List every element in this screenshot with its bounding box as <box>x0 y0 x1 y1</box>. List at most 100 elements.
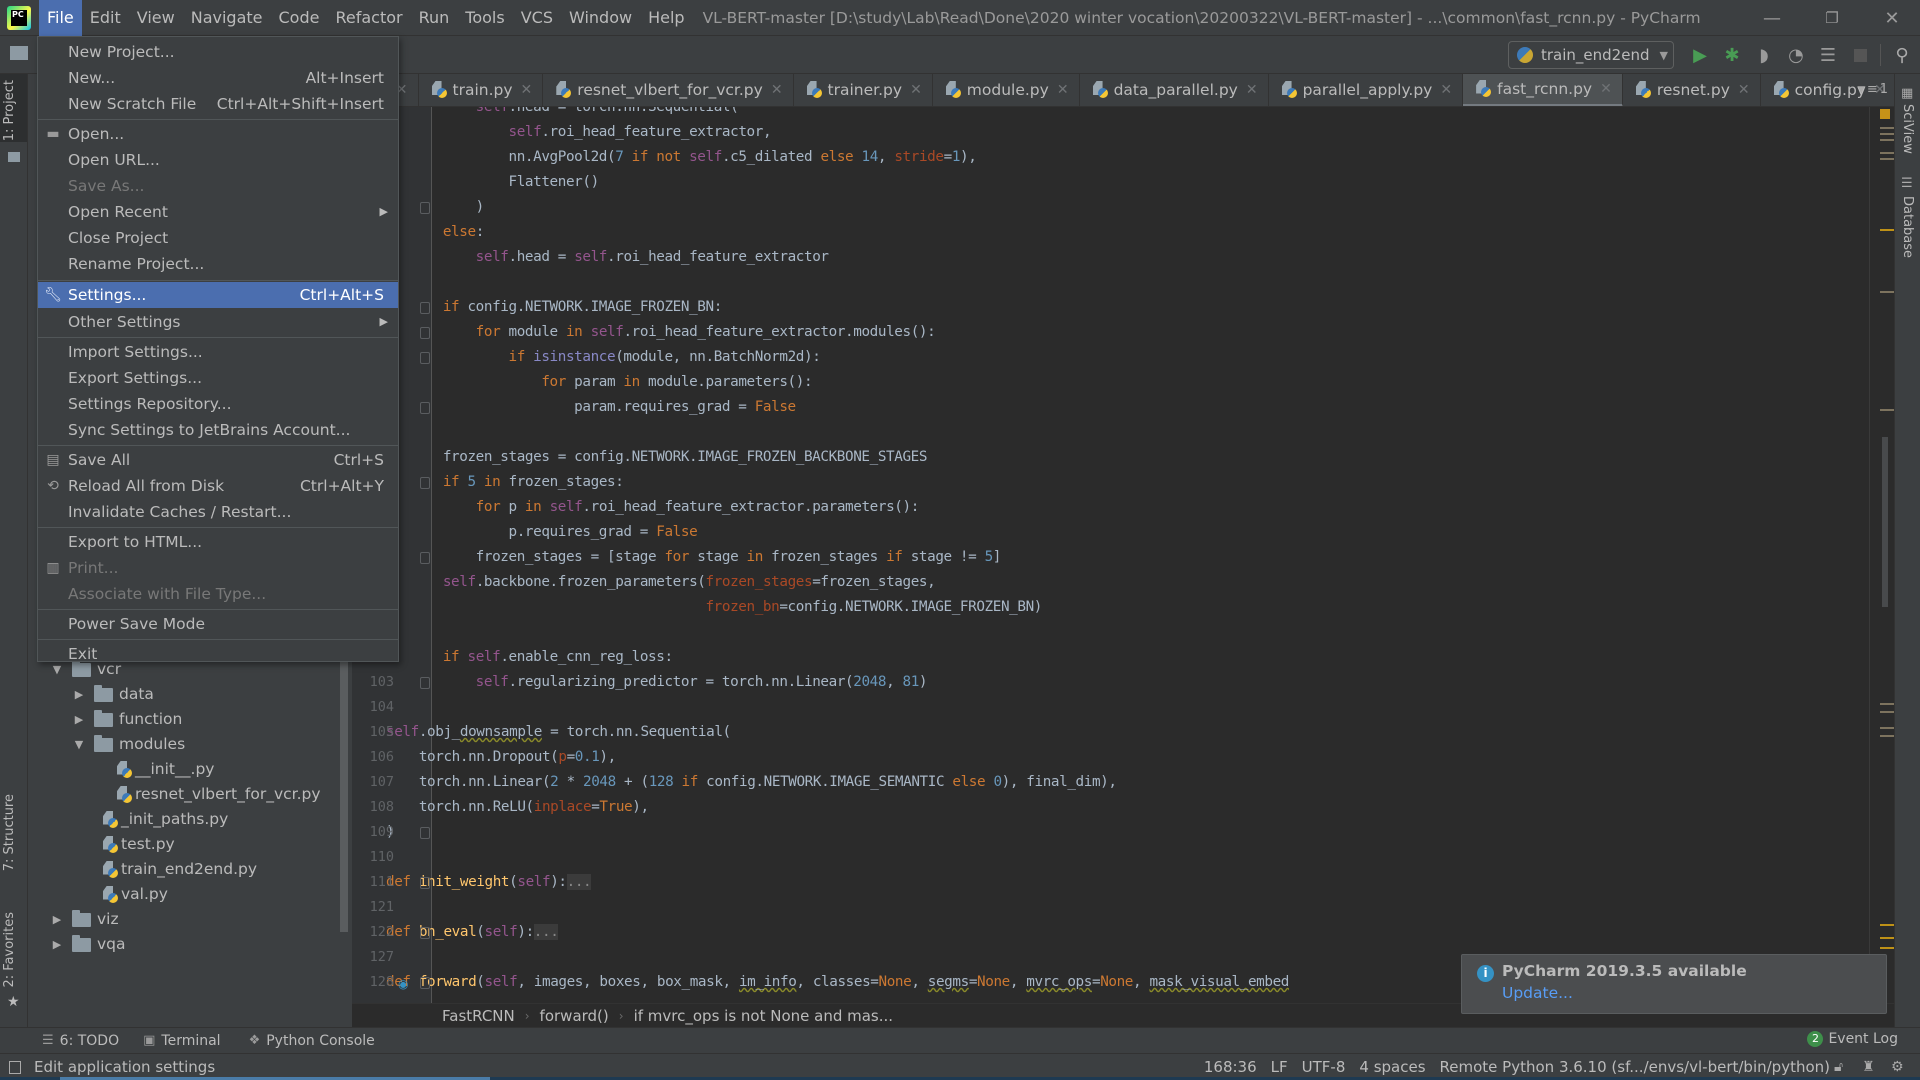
run-icon[interactable]: ▶ <box>1688 43 1712 67</box>
code-line[interactable]: else: <box>410 220 484 245</box>
code-line[interactable]: self.head = torch.nn.Sequential( <box>410 107 739 120</box>
code-line[interactable]: torch.nn.Linear(2 * 2048 + (128 if confi… <box>386 770 1117 795</box>
code-line[interactable]: param.requires_grad = False <box>410 395 796 420</box>
profile-icon[interactable]: ◔ <box>1784 43 1808 67</box>
collapse-fold-icon[interactable] <box>420 402 430 414</box>
menu-item-export-settings[interactable]: Export Settings... <box>38 365 398 391</box>
code-line[interactable]: def init_weight(self):... <box>386 870 592 895</box>
menu-item-exit[interactable]: Exit <box>38 641 398 667</box>
close-tab-icon[interactable]: ✕ <box>910 82 922 98</box>
project-folder-icon[interactable] <box>10 46 28 60</box>
collapsed-arrow-icon[interactable]: ▶ <box>72 707 86 732</box>
code-line[interactable]: frozen_stages = config.NETWORK.IMAGE_FRO… <box>410 445 928 470</box>
tab-parallel-apply[interactable]: parallel_apply.py ✕ <box>1269 74 1464 106</box>
menu-item-close-project[interactable]: Close Project <box>38 225 398 251</box>
close-tab-icon[interactable]: ✕ <box>521 82 533 98</box>
code-line[interactable]: def bn_eval(self):... <box>386 920 559 945</box>
code-line[interactable]: self.backbone.frozen_parameters(frozen_s… <box>410 570 936 595</box>
tab-trainer[interactable]: trainer.py ✕ <box>794 74 933 106</box>
tool-project[interactable]: 1: Project <box>2 80 17 141</box>
collapse-fold-icon[interactable] <box>420 552 430 564</box>
close-tab-icon[interactable]: ✕ <box>1738 82 1750 98</box>
editor-scrollbar-thumb[interactable] <box>1882 437 1888 607</box>
menu-item-invalidate-caches-restart[interactable]: Invalidate Caches / Restart... <box>38 499 398 525</box>
menu-item-settings[interactable]: 🔧︎ Settings... Ctrl+Alt+S <box>38 282 398 308</box>
tree-folder[interactable]: ▶ vqa <box>50 932 126 957</box>
breadcrumb-item[interactable]: FastRCNN <box>442 1007 515 1025</box>
terminal-tool-button[interactable]: ▣ Terminal <box>143 1033 220 1049</box>
code-line[interactable]: self.roi_head_feature_extractor, <box>410 120 772 145</box>
menu-item-open-url[interactable]: Open URL... <box>38 147 398 173</box>
code-line[interactable]: for p in self.roi_head_feature_extractor… <box>410 495 920 520</box>
concurrency-diagram-icon[interactable]: ☰ <box>1816 43 1840 67</box>
indent-setting[interactable]: 4 spaces <box>1359 1058 1425 1076</box>
menu-item-open[interactable]: ▬ Open... <box>38 121 398 147</box>
menu-item-new-project[interactable]: New Project... <box>38 39 398 65</box>
code-line[interactable]: if self.enable_cnn_reg_loss: <box>410 645 673 670</box>
tree-file[interactable]: val.py <box>102 882 168 907</box>
python-console-tool-button[interactable]: ❖ Python Console <box>249 1033 375 1049</box>
menu-file[interactable]: File <box>39 0 82 36</box>
menu-item-export-to-html[interactable]: Export to HTML... <box>38 529 398 555</box>
close-tab-icon[interactable]: ✕ <box>771 82 783 98</box>
line-separator[interactable]: LF <box>1271 1058 1288 1076</box>
menu-view[interactable]: View <box>129 0 183 36</box>
overrides-method-icon[interactable]: ◉ <box>398 977 408 991</box>
menu-help[interactable]: Help <box>640 0 692 36</box>
code-line[interactable]: self.obj_downsample = torch.nn.Sequentia… <box>386 720 731 745</box>
tab-overflow-button[interactable]: ▼ ≡ 1 <box>1858 82 1888 97</box>
tool-structure[interactable]: 7: Structure <box>2 794 17 871</box>
code-line[interactable]: frozen_stages = [stage for stage in froz… <box>410 545 1002 570</box>
breadcrumb-item[interactable]: forward() <box>540 1007 609 1025</box>
menu-refactor[interactable]: Refactor <box>327 0 410 36</box>
tree-file[interactable]: test.py <box>102 832 175 857</box>
menu-run[interactable]: Run <box>411 0 458 36</box>
tool-sciview[interactable]: SciView <box>1900 104 1915 154</box>
menu-item-other-settings[interactable]: Other Settings ▶ <box>38 309 398 335</box>
menu-item-reload-all-from-disk[interactable]: ⟲ Reload All from Disk Ctrl+Alt+Y <box>38 473 398 499</box>
code-line[interactable]: if 5 in frozen_stages: <box>410 470 624 495</box>
breadcrumb-item[interactable]: if mvrc_ops is not None and mas... <box>634 1007 893 1025</box>
code-line[interactable]: frozen_bn=config.NETWORK.IMAGE_FROZEN_BN… <box>410 595 1042 620</box>
collapse-fold-icon[interactable] <box>420 677 430 689</box>
tree-folder[interactable]: ▼ modules <box>72 732 185 757</box>
tab-fast-rcnn[interactable]: fast_rcnn.py ✕ <box>1463 74 1623 106</box>
collapse-fold-icon[interactable] <box>420 477 430 489</box>
inspection-status-icon[interactable] <box>1880 109 1890 119</box>
lock-icon[interactable]: 🔓︎ <box>1834 1059 1843 1075</box>
collapse-fold-icon[interactable] <box>420 827 430 839</box>
collapse-fold-icon[interactable] <box>420 327 430 339</box>
menu-item-rename-project[interactable]: Rename Project... <box>38 251 398 277</box>
code-line[interactable]: if config.NETWORK.IMAGE_FROZEN_BN: <box>410 295 722 320</box>
code-line[interactable]: torch.nn.ReLU(inplace=True), <box>386 795 649 820</box>
menu-edit[interactable]: Edit <box>82 0 129 36</box>
python-interpreter[interactable]: Remote Python 3.6.10 (sf.../envs/vl-bert… <box>1440 1058 1830 1076</box>
run-configuration-select[interactable]: train_end2end ▼ <box>1508 41 1674 69</box>
code-line[interactable]: self.head = self.roi_head_feature_extrac… <box>410 245 829 270</box>
code-line[interactable]: def forward(self, images, boxes, box_mas… <box>386 970 1289 995</box>
menu-window[interactable]: Window <box>561 0 640 36</box>
code-line[interactable]: p.requires_grad = False <box>410 520 697 545</box>
code-line[interactable]: Flattener() <box>410 170 599 195</box>
run-with-coverage-icon[interactable]: ◗ <box>1752 43 1776 67</box>
tool-database[interactable]: Database <box>1900 196 1915 258</box>
menu-tools[interactable]: Tools <box>457 0 512 36</box>
code-editor[interactable]: self.head = torch.nn.Sequential( self.ro… <box>352 107 1894 1003</box>
close-tab-icon[interactable]: ✕ <box>1440 82 1452 98</box>
close-tab-icon[interactable]: ✕ <box>1246 82 1258 98</box>
toggle-tool-windows-icon[interactable] <box>9 1061 21 1074</box>
code-line[interactable]: for param in module.parameters(): <box>410 370 812 395</box>
update-link[interactable]: Update... <box>1502 984 1573 1002</box>
project-scrollbar[interactable] <box>340 660 348 932</box>
caret-position[interactable]: 168:36 <box>1204 1058 1257 1076</box>
tab-resnet[interactable]: resnet.py ✕ <box>1623 74 1761 106</box>
debug-icon[interactable]: ✱ <box>1720 43 1744 67</box>
tree-folder[interactable]: ▶ function <box>72 707 182 732</box>
collapse-fold-icon[interactable] <box>420 302 430 314</box>
code-line[interactable]: nn.AvgPool2d(7 if not self.c5_dilated el… <box>410 145 976 170</box>
menu-item-settings-repository[interactable]: Settings Repository... <box>38 391 398 417</box>
file-encoding[interactable]: UTF-8 <box>1302 1058 1346 1076</box>
todo-tool-button[interactable]: ☰ 6: TODO <box>42 1033 119 1049</box>
tree-file[interactable]: train_end2end.py <box>102 857 257 882</box>
restore-button[interactable]: ❐ <box>1809 0 1855 36</box>
